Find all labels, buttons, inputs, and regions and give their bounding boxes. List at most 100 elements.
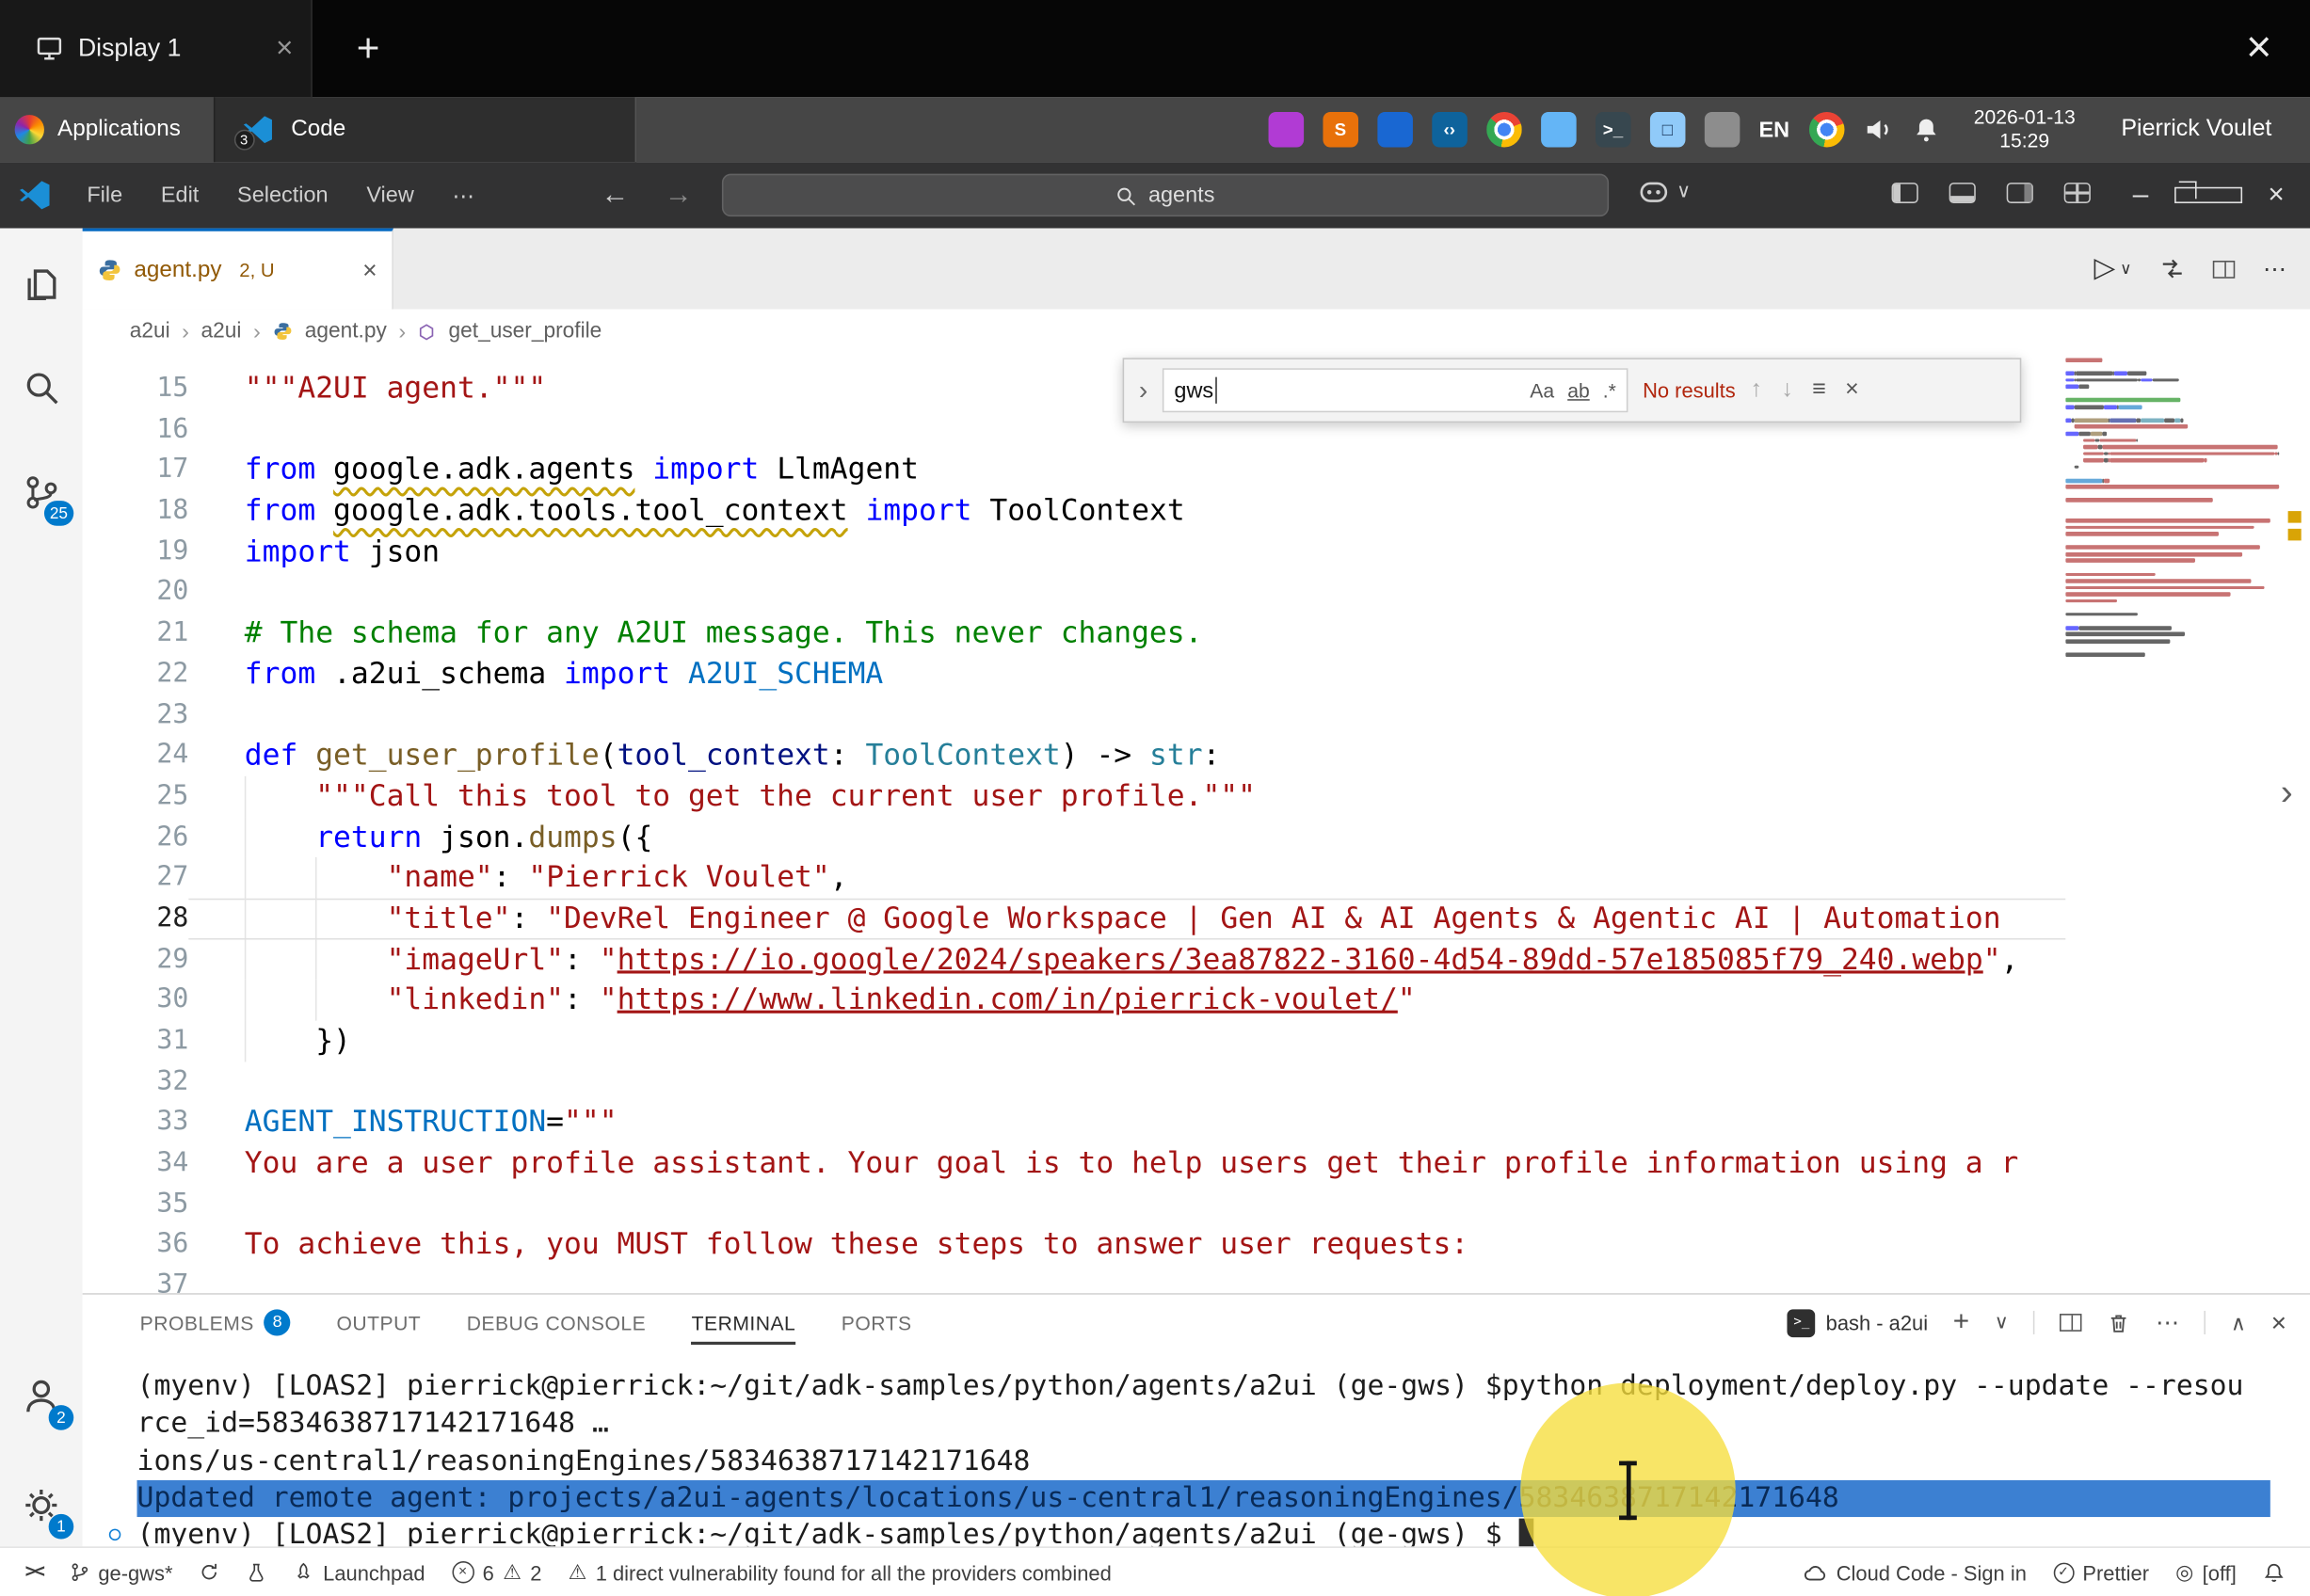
line-number[interactable]: 20 — [83, 572, 189, 613]
line-number[interactable]: 25 — [83, 776, 189, 817]
line-number[interactable]: 24 — [83, 735, 189, 775]
code-line-21[interactable]: 21# The schema for any A2UI message. Thi… — [83, 613, 2066, 653]
beaker-status[interactable] — [233, 1561, 281, 1583]
display-tab-close-icon[interactable]: × — [276, 32, 293, 66]
line-number[interactable]: 15 — [83, 368, 189, 408]
code-line-17[interactable]: 17from google.adk.agents import LlmAgent — [83, 450, 2066, 490]
code-line-23[interactable]: 23 — [83, 694, 2066, 735]
code-line-31[interactable]: 31 }) — [83, 1021, 2066, 1061]
toggle-secondary-sidebar-icon[interactable] — [2007, 183, 2033, 203]
maximize-panel-icon[interactable]: ∧ — [2231, 1310, 2246, 1335]
explorer-view-button[interactable] — [0, 243, 83, 326]
code-line-32[interactable]: 32 — [83, 1061, 2066, 1102]
menu-more[interactable]: ⋯ — [433, 182, 493, 208]
previous-match-icon[interactable]: ↑ — [1750, 377, 1762, 404]
terminal-line[interactable]: (myenv) [LOAS2] pierrick@pierrick:~/git/… — [83, 1368, 2270, 1406]
code-line-24[interactable]: 24def get_user_profile(tool_context: Too… — [83, 735, 2066, 775]
display-tab[interactable]: Display 1 × — [0, 0, 313, 97]
code-line-28[interactable]: 28 "title": "DevRel Engineer @ Google Wo… — [83, 899, 2066, 939]
accounts-button[interactable]: 2 — [0, 1355, 83, 1438]
volume-icon[interactable] — [1863, 115, 1892, 144]
code-line-33[interactable]: 33AGENT_INSTRUCTION=""" — [83, 1102, 2066, 1142]
line-number[interactable]: 19 — [83, 532, 189, 572]
tab-close-icon[interactable]: × — [362, 256, 377, 285]
settings-button[interactable]: 1 — [0, 1464, 83, 1547]
find-input[interactable]: gws Aa ab .* — [1163, 368, 1628, 412]
tab-problems[interactable]: PROBLEMS 8 — [140, 1295, 291, 1350]
kill-terminal-icon[interactable] — [2107, 1310, 2130, 1335]
code-line-29[interactable]: 29 "imageUrl": "https://io.google/2024/s… — [83, 939, 2066, 980]
code-line-25[interactable]: 25 """Call this tool to get the current … — [83, 776, 2066, 817]
terminal-instance[interactable]: >_ bash - a2ui — [1788, 1309, 1928, 1337]
code-line-35[interactable]: 35 — [83, 1184, 2066, 1224]
menu-view[interactable]: View — [347, 183, 433, 208]
orange-app-icon[interactable]: S — [1323, 112, 1358, 148]
line-number[interactable]: 27 — [83, 857, 189, 898]
tab-output[interactable]: OUTPUT — [337, 1295, 422, 1350]
more-editor-actions-icon[interactable]: ⋯ — [2263, 254, 2286, 283]
keyboard-layout-indicator[interactable]: EN — [1758, 117, 1789, 142]
code-line-37[interactable]: 37 — [83, 1266, 2066, 1294]
chevron-right-icon[interactable]: › — [2281, 772, 2293, 814]
line-number[interactable]: 26 — [83, 817, 189, 857]
close-find-icon[interactable]: × — [1845, 377, 1859, 404]
sync-status[interactable] — [186, 1561, 233, 1583]
menu-edit[interactable]: Edit — [142, 183, 218, 208]
remote-indicator[interactable]: >< — [12, 1561, 56, 1583]
match-case-icon[interactable]: Aa — [1530, 379, 1554, 401]
go-forward-icon[interactable]: → — [665, 179, 693, 211]
line-number[interactable]: 31 — [83, 1021, 189, 1061]
clock[interactable]: 2026-01-13 15:29 — [1974, 106, 2076, 153]
minimize-icon[interactable]: – — [2107, 179, 2174, 211]
line-number[interactable]: 34 — [83, 1143, 189, 1184]
more-panel-actions-icon[interactable]: ⋯ — [2156, 1308, 2179, 1337]
toggle-primary-sidebar-icon[interactable] — [1892, 183, 1918, 203]
source-control-view-button[interactable]: 25 — [0, 451, 83, 534]
menu-file[interactable]: File — [68, 183, 142, 208]
launchpad-status[interactable]: Launchpad — [281, 1560, 439, 1584]
tab-terminal[interactable]: TERMINAL — [692, 1295, 796, 1350]
toggle-panel-icon[interactable] — [1949, 183, 1976, 203]
code-line-19[interactable]: 19import json — [83, 532, 2066, 572]
line-number[interactable]: 23 — [83, 694, 189, 735]
minimap[interactable] — [2065, 358, 2289, 661]
line-number[interactable]: 37 — [83, 1266, 189, 1294]
line-number[interactable]: 18 — [83, 490, 189, 531]
problems-status[interactable]: × 6 ⚠ 2 — [439, 1559, 555, 1585]
close-window-icon[interactable]: × — [2242, 179, 2310, 211]
line-number[interactable]: 36 — [83, 1224, 189, 1265]
chrome-icon[interactable] — [1486, 112, 1522, 148]
code-line-26[interactable]: 26 return json.dumps({ — [83, 817, 2066, 857]
screencast-status[interactable]: ◎ [off] — [2162, 1559, 2250, 1585]
breadcrumb-symbol[interactable]: get_user_profile — [449, 320, 602, 343]
new-display-tab-icon[interactable]: + — [357, 25, 380, 72]
notifications-icon[interactable] — [1912, 115, 1940, 144]
applications-menu[interactable]: Applications — [0, 115, 195, 144]
display-app-icon[interactable]: □ — [1650, 112, 1686, 148]
open-changes-icon[interactable] — [2159, 256, 2185, 281]
toggle-replace-icon[interactable]: › — [1139, 375, 1147, 406]
notifications-bell[interactable] — [2250, 1560, 2299, 1584]
new-terminal-icon[interactable]: + — [1953, 1306, 1969, 1338]
vulnerability-status[interactable]: ⚠ 1 direct vulnerability found for all t… — [555, 1559, 1125, 1585]
breadcrumb-folder[interactable]: a2ui — [130, 320, 170, 343]
copilot-menu[interactable]: ∨ — [1640, 180, 1691, 203]
code-line-34[interactable]: 34You are a user profile assistant. Your… — [83, 1143, 2066, 1184]
code-line-18[interactable]: 18from google.adk.tools.tool_context imp… — [83, 490, 2066, 531]
line-number[interactable]: 22 — [83, 654, 189, 694]
close-panel-icon[interactable]: × — [2271, 1307, 2286, 1338]
terminal-line[interactable]: rce_id=5834638717142171648 … — [83, 1406, 2270, 1444]
tab-ports[interactable]: PORTS — [842, 1295, 912, 1350]
terminal-dropdown-icon[interactable]: ∨ — [1995, 1311, 2009, 1334]
line-number[interactable]: 35 — [83, 1184, 189, 1224]
search-view-button[interactable] — [0, 346, 83, 429]
prettier-status[interactable]: ✓ Prettier — [2040, 1560, 2162, 1584]
git-branch-status[interactable]: ge-gws* — [56, 1560, 186, 1584]
next-match-icon[interactable]: ↓ — [1781, 377, 1793, 404]
cloud-code-signin[interactable]: Cloud Code - Sign in — [1790, 1560, 2040, 1584]
magenta-app-icon[interactable] — [1268, 112, 1304, 148]
line-number[interactable]: 33 — [83, 1102, 189, 1142]
customize-layout-icon[interactable] — [2064, 183, 2091, 203]
terminal-line[interactable]: ions/us-central1/reasoningEngines/583463… — [83, 1443, 2270, 1480]
whole-word-icon[interactable]: ab — [1567, 379, 1590, 401]
